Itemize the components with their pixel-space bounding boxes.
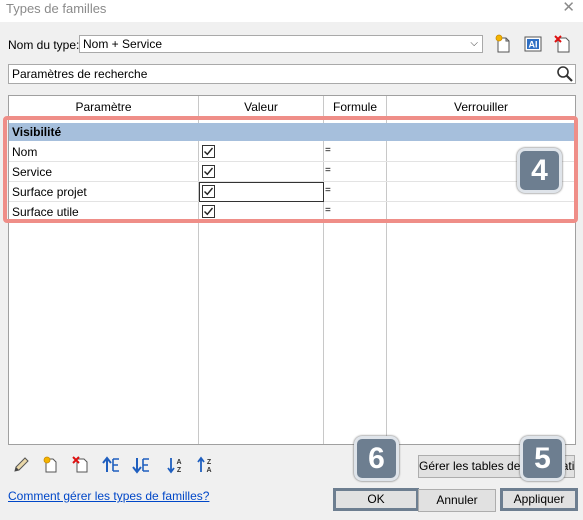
sort-ascending-icon[interactable]: A Z [167, 456, 185, 474]
close-icon[interactable]: ✕ [562, 0, 575, 16]
search-icon[interactable] [556, 65, 574, 83]
callout-badge-4: 4 [517, 148, 562, 193]
edit-parameter-icon[interactable] [12, 456, 30, 474]
header-lock[interactable]: Verrouiller [387, 96, 575, 118]
move-down-icon[interactable] [132, 456, 150, 474]
callout-badge-5: 5 [520, 436, 565, 481]
sort-descending-icon[interactable]: Z A [197, 456, 215, 474]
svg-text:AI: AI [529, 40, 538, 50]
title-bar: Types de familles ✕ [0, 0, 583, 22]
delete-type-icon[interactable] [553, 34, 573, 54]
header-parameter[interactable]: Paramètre [9, 96, 198, 118]
new-type-icon[interactable] [494, 34, 514, 54]
svg-text:Z: Z [207, 459, 212, 466]
type-name-dropdown[interactable]: Nom + Service ⌵ [79, 35, 483, 53]
delete-parameter-icon[interactable] [72, 456, 90, 474]
family-types-dialog: Types de familles ✕ Nom du type: Nom + S… [0, 0, 583, 520]
apply-button[interactable]: Appliquer [500, 488, 578, 511]
svg-text:Z: Z [177, 467, 182, 474]
help-link[interactable]: Comment gérer les types de familles? [8, 489, 209, 503]
move-up-icon[interactable] [102, 456, 120, 474]
rename-type-icon[interactable]: AI [523, 34, 543, 54]
cancel-button[interactable]: Annuler [418, 489, 496, 512]
highlight-frame [3, 116, 578, 223]
search-input[interactable] [9, 65, 549, 83]
callout-badge-6: 6 [354, 436, 399, 481]
type-name-label: Nom du type: [8, 38, 80, 52]
svg-text:A: A [176, 459, 181, 466]
parameter-search-box[interactable] [8, 64, 576, 84]
ok-button[interactable]: OK [333, 488, 419, 511]
svg-text:A: A [206, 467, 211, 474]
window-title: Types de familles [6, 1, 107, 16]
new-parameter-icon[interactable] [42, 456, 60, 474]
type-name-value: Nom + Service [83, 37, 163, 51]
chevron-down-icon[interactable]: ⌵ [470, 37, 478, 51]
header-value[interactable]: Valeur [199, 96, 323, 118]
header-formula[interactable]: Formule [324, 96, 386, 118]
